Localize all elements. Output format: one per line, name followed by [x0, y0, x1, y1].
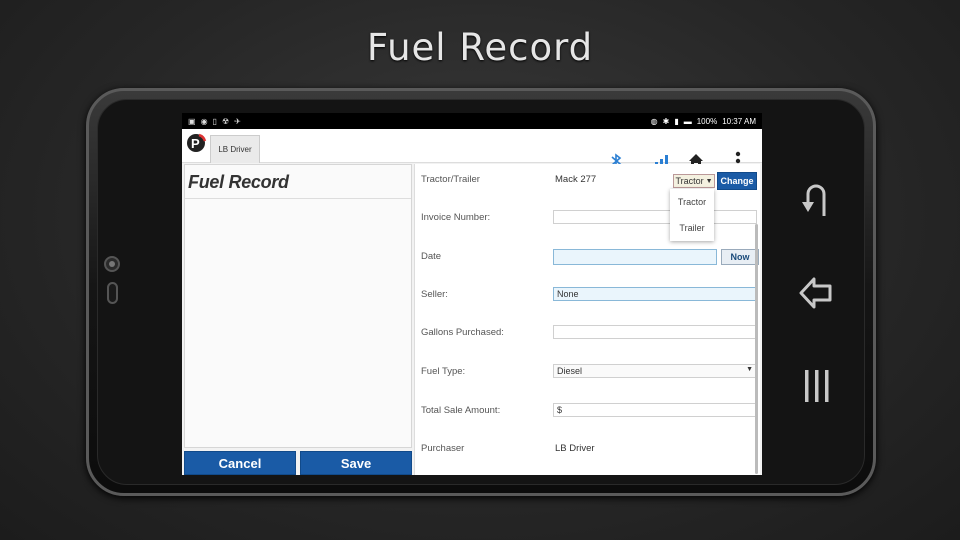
form-row-gallons: Gallons Purchased:: [421, 323, 759, 343]
clock-time: 10:37 AM: [722, 116, 756, 126]
fuel-type-label: Fuel Type:: [421, 366, 466, 377]
save-button[interactable]: Save: [300, 451, 412, 475]
notification-icon: ✈: [234, 116, 241, 126]
total-sale-amount-label: Total Sale Amount:: [421, 405, 501, 416]
tractor-trailer-select-value: Tractor: [675, 176, 704, 186]
dropdown-option-tractor[interactable]: Tractor: [670, 189, 714, 215]
tab-driver-label: LB Driver: [218, 145, 252, 154]
notification-icon: ◉: [200, 116, 208, 126]
tractor-trailer-dropdown: Tractor Trailer: [670, 189, 714, 241]
svg-text:P: P: [191, 136, 200, 151]
tractor-trailer-value: Mack 277: [555, 174, 597, 185]
app-bar: P LB Driver: [182, 129, 762, 171]
gallons-purchased-label: Gallons Purchased:: [421, 327, 504, 338]
front-camera: [104, 256, 120, 272]
app-logo-icon: P: [187, 133, 207, 152]
proximity-sensor: [107, 282, 118, 304]
left-panel: Fuel Record: [184, 164, 412, 448]
gallons-purchased-input[interactable]: [553, 325, 757, 339]
seller-label: Seller:: [421, 289, 448, 300]
menu-bars-icon[interactable]: [802, 368, 832, 404]
dropdown-option-trailer[interactable]: Trailer: [670, 215, 714, 241]
fuel-type-select[interactable]: Diesel ▼: [553, 364, 757, 378]
invoice-number-label: Invoice Number:: [421, 212, 491, 223]
purchaser-value: LB Driver: [555, 443, 595, 454]
bluetooth-status-icon: ✱: [662, 116, 670, 126]
select-arrow-icon: ▼: [705, 177, 713, 185]
location-icon: ◍: [650, 116, 658, 126]
notification-icon: ☢: [221, 116, 230, 126]
now-button[interactable]: Now: [721, 249, 759, 265]
total-sale-amount-input[interactable]: $: [553, 403, 757, 417]
change-button[interactable]: Change: [717, 172, 757, 190]
status-bar: ▣ ◉ ▯ ☢ ✈ ◍ ✱ ▮ ▬ 100% 10:37 AM: [182, 113, 762, 129]
fuel-type-value: Diesel: [557, 366, 583, 376]
tractor-trailer-label: Tractor/Trailer: [421, 174, 480, 185]
notification-icons: ▣ ◉ ▯ ☢ ✈: [188, 117, 241, 126]
purchaser-label: Purchaser: [421, 443, 465, 454]
date-label: Date: [421, 251, 442, 262]
chevron-down-icon: ▼: [746, 366, 753, 373]
slide-title: Fuel Record: [366, 26, 594, 69]
seller-input[interactable]: None: [553, 287, 757, 301]
form-row-total-sale: Total Sale Amount: $: [421, 401, 759, 421]
form-row-tractor-trailer: Tractor/Trailer Mack 277 Tractor ▼ Chang…: [421, 170, 759, 190]
back-curve-icon[interactable]: [800, 180, 832, 220]
app-screen: ▣ ◉ ▯ ☢ ✈ ◍ ✱ ▮ ▬ 100% 10:37 AM P LB Dri…: [182, 113, 762, 475]
signal-icon: ▮: [674, 116, 679, 126]
form-row-fuel-type: Fuel Type: Diesel ▼: [421, 362, 759, 382]
form-row-seller: Seller: None: [421, 285, 759, 305]
invoice-number-input[interactable]: [553, 210, 757, 224]
notification-icon: ▯: [212, 116, 217, 126]
tractor-trailer-select[interactable]: Tractor ▼: [673, 174, 715, 188]
form-row-date: Date Now: [421, 247, 759, 267]
battery-icon: ▬: [683, 116, 692, 126]
battery-level: 100%: [696, 116, 718, 126]
form-scrollbar[interactable]: [755, 224, 758, 474]
tab-driver[interactable]: LB Driver: [210, 135, 260, 163]
date-input[interactable]: [553, 249, 717, 265]
back-arrow-icon[interactable]: [798, 274, 834, 312]
cancel-button[interactable]: Cancel: [184, 451, 296, 475]
panel-title: Fuel Record: [185, 165, 411, 199]
notification-icon: ▣: [188, 116, 196, 126]
form-row-purchaser: Purchaser LB Driver: [421, 439, 759, 459]
